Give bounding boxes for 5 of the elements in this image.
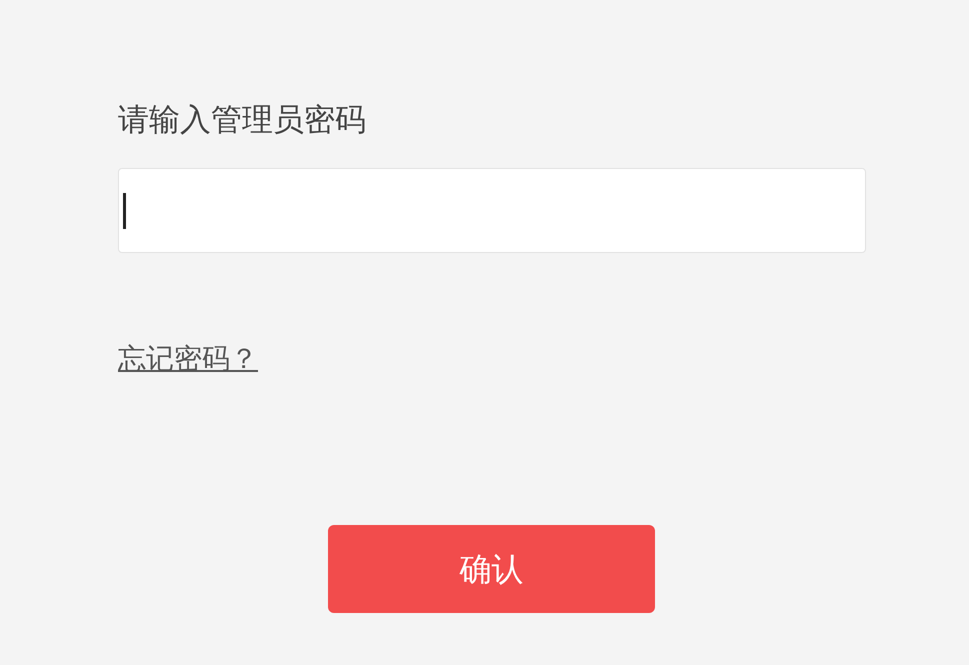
forgot-password-link[interactable]: 忘记密码？	[118, 339, 258, 379]
prompt-label: 请输入管理员密码	[118, 101, 366, 140]
password-field[interactable]	[118, 168, 866, 253]
text-cursor	[123, 192, 126, 228]
confirm-button[interactable]: 确认	[328, 525, 655, 613]
